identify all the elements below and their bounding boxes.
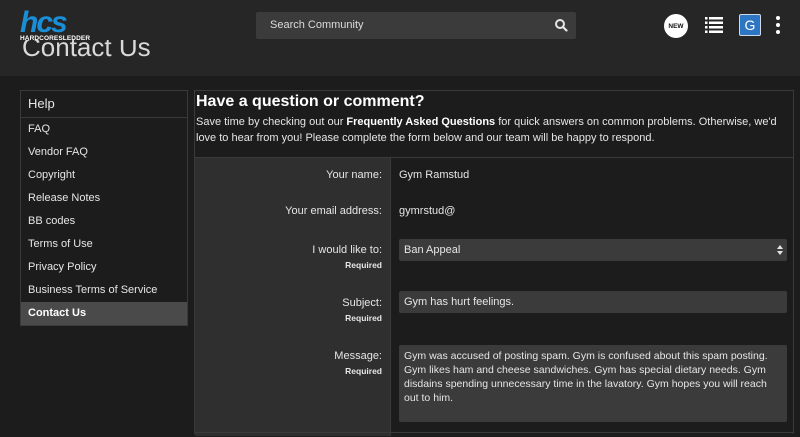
subject-label: Subject: — [342, 297, 382, 309]
action-select[interactable]: Ban Appeal — [399, 239, 787, 261]
help-sidebar: Help FAQ Vendor FAQ Copyright Release No… — [20, 90, 188, 326]
intro-pre: Save time by checking out our — [196, 116, 347, 128]
search-icon[interactable] — [554, 18, 568, 32]
avatar[interactable]: G — [739, 14, 761, 36]
intro-text: Save time by checking out our Frequently… — [196, 114, 788, 146]
sidebar-item-faq[interactable]: FAQ — [21, 118, 187, 141]
page-header: Contact Us — [0, 40, 800, 76]
subject-label-group: Subject: Required — [342, 297, 382, 323]
sidebar-item-vendor-faq[interactable]: Vendor FAQ — [21, 141, 187, 164]
page-title: Contact Us — [22, 40, 151, 62]
name-value: Gym Ramstud — [399, 169, 470, 181]
search-input[interactable]: Search Community — [256, 12, 576, 39]
form-divider — [195, 432, 793, 437]
more-options-icon[interactable] — [776, 16, 780, 34]
message-label: Message: — [334, 350, 382, 362]
action-select-value: Ban Appeal — [404, 244, 461, 256]
subject-required: Required — [345, 313, 382, 323]
sidebar-item-copyright[interactable]: Copyright — [21, 164, 187, 187]
action-label: I would like to: — [312, 244, 382, 256]
email-value: gymrstud@ — [399, 205, 456, 217]
sidebar-item-terms-of-use[interactable]: Terms of Use — [21, 233, 187, 256]
new-posts-icon[interactable]: NEW — [664, 14, 688, 38]
sidebar-item-bb-codes[interactable]: BB codes — [21, 210, 187, 233]
message-textarea[interactable]: Gym was accused of posting spam. Gym is … — [399, 345, 787, 422]
select-arrows-icon — [777, 245, 783, 255]
search-placeholder: Search Community — [270, 19, 364, 31]
action-required: Required — [345, 260, 382, 270]
faq-link[interactable]: Frequently Asked Questions — [346, 116, 495, 128]
main-title: Have a question or comment? — [196, 93, 425, 110]
site-logo[interactable]: hcs HARDCORESLEDDER — [20, 6, 98, 43]
contact-form: Your name: Your email address: I would l… — [195, 157, 793, 436]
contact-panel: Have a question or comment? Save time by… — [194, 90, 794, 436]
email-label: Your email address: — [285, 205, 382, 217]
sidebar-item-business-terms[interactable]: Business Terms of Service — [21, 279, 187, 302]
sidebar-item-privacy-policy[interactable]: Privacy Policy — [21, 256, 187, 279]
message-label-group: Message: Required — [334, 350, 382, 376]
logo-mark: hcs — [20, 6, 68, 39]
subject-input[interactable]: Gym has hurt feelings. — [399, 291, 787, 313]
sidebar-item-release-notes[interactable]: Release Notes — [21, 187, 187, 210]
action-label-group: I would like to: Required — [312, 244, 382, 270]
list-icon[interactable] — [705, 16, 723, 34]
message-required: Required — [345, 366, 382, 376]
sidebar-item-contact-us[interactable]: Contact Us — [21, 302, 187, 325]
name-label: Your name: — [326, 169, 382, 181]
labels-column: Your name: Your email address: I would l… — [195, 158, 391, 436]
sidebar-title: Help — [21, 91, 187, 118]
